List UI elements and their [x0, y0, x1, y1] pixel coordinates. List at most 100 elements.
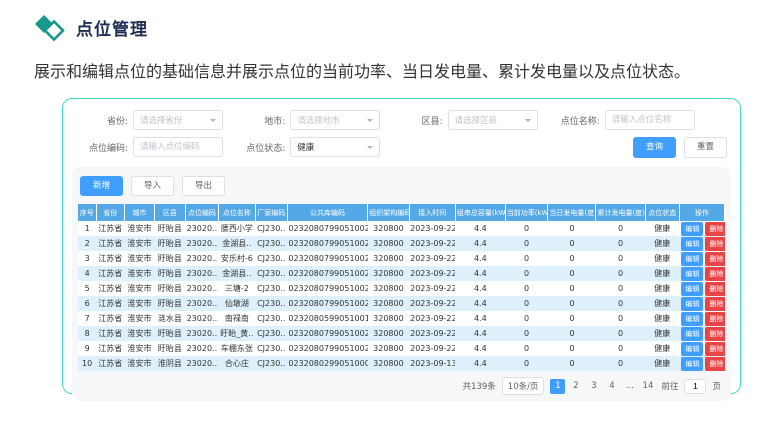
- edit-button[interactable]: 编辑: [681, 222, 703, 236]
- table-cell: 4.4: [455, 251, 505, 266]
- goto-page-input[interactable]: [684, 379, 706, 394]
- table-cell: 江苏省: [96, 221, 124, 236]
- point-status-select-value: 健康: [297, 141, 314, 153]
- table-cell: CJ230..: [255, 326, 287, 341]
- table-cell: 2023-09-22: [409, 221, 455, 236]
- filter-bar: 省份: 请选择省份 地市: 请选择地市 区县: 请选择区县 点位名称:: [72, 110, 731, 158]
- chevron-down-icon: [525, 119, 531, 125]
- page-number[interactable]: 1: [550, 379, 565, 394]
- edit-button[interactable]: 编辑: [681, 357, 703, 371]
- table-cell: 023208079905100225: [287, 341, 367, 356]
- delete-button[interactable]: 删除: [705, 327, 724, 341]
- table-cell: 江苏省: [96, 311, 124, 326]
- table-cell: 4.4: [455, 311, 505, 326]
- export-button[interactable]: 导出: [182, 176, 225, 197]
- edit-button[interactable]: 编辑: [681, 267, 703, 281]
- filter-city: 地市: 请选择地市: [231, 110, 386, 130]
- table-cell: 0: [548, 296, 596, 311]
- edit-button[interactable]: 编辑: [681, 252, 703, 266]
- edit-button[interactable]: 编辑: [681, 297, 703, 311]
- filter-district: 区县: 请选择区县: [389, 110, 544, 130]
- edit-button[interactable]: 编辑: [681, 237, 703, 251]
- delete-button[interactable]: 删除: [705, 357, 724, 371]
- table-cell: 淮安市: [124, 236, 154, 251]
- table-cell: 23020..: [185, 311, 218, 326]
- table-cell: 0: [548, 311, 596, 326]
- delete-button[interactable]: 删除: [705, 312, 724, 326]
- filter-point-status: 点位状态: 健康: [231, 137, 386, 158]
- table-cell: 320800: [368, 221, 409, 236]
- page-number[interactable]: 14: [640, 379, 655, 394]
- table-cell: 江苏省: [96, 356, 124, 371]
- table-cell: 淮安市: [124, 296, 154, 311]
- delete-button[interactable]: 删除: [705, 297, 724, 311]
- city-label: 地市:: [231, 114, 285, 127]
- edit-button[interactable]: 编辑: [681, 327, 703, 341]
- table-cell: CJ230..: [255, 251, 287, 266]
- reset-button[interactable]: 重置: [684, 137, 727, 158]
- delete-button[interactable]: 删除: [705, 267, 724, 281]
- table-header-row: 序号省份城市区县点位编码点位名称厂家编码公共库编码组织架构编码接入时间组串总容量…: [78, 204, 725, 221]
- page-number[interactable]: 2: [568, 379, 583, 394]
- total-count: 共139条: [463, 380, 496, 392]
- table-body: 1江苏省淮安市盱眙县23020..腰西小学CJ230..023208079905…: [78, 221, 725, 371]
- page-size-select[interactable]: 10条/页: [502, 377, 545, 395]
- table-cell: 0: [505, 311, 548, 326]
- table-cell: 淮安市: [124, 326, 154, 341]
- delete-button[interactable]: 删除: [705, 342, 724, 356]
- table-cell: 淮安市: [124, 311, 154, 326]
- province-select[interactable]: 请选择省份: [133, 110, 223, 130]
- delete-button[interactable]: 删除: [705, 252, 724, 266]
- delete-button[interactable]: 删除: [705, 282, 724, 296]
- edit-button[interactable]: 编辑: [681, 342, 703, 356]
- table-cell: 2023-09-22: [409, 326, 455, 341]
- column-header: 点位编码: [185, 204, 218, 221]
- table-cell: 盱眙县: [155, 341, 185, 356]
- district-select[interactable]: 请选择区县: [448, 110, 538, 130]
- page-number[interactable]: 4: [604, 379, 619, 394]
- page-number[interactable]: 3: [586, 379, 601, 394]
- table-cell: 023208079905100223: [287, 296, 367, 311]
- table-cell: 健康: [645, 236, 679, 251]
- table-cell: 江苏省: [96, 236, 124, 251]
- point-code-input[interactable]: [133, 137, 223, 157]
- edit-button[interactable]: 编辑: [681, 282, 703, 296]
- table-cell: 腰西小学: [219, 221, 256, 236]
- add-button[interactable]: 新增: [80, 176, 123, 197]
- table-row: 7江苏省淮安市涟水县23020..南禄南CJ230..0232080599051…: [78, 311, 725, 326]
- column-header: 接入时间: [409, 204, 455, 221]
- actions-cell: 编辑删除: [679, 341, 724, 356]
- point-name-input[interactable]: [605, 110, 695, 130]
- table-cell: 23020..: [185, 221, 218, 236]
- table-cell: 盱眙县: [155, 326, 185, 341]
- table-cell: CJ230..: [255, 296, 287, 311]
- city-select[interactable]: 请选择地市: [290, 110, 380, 130]
- search-button[interactable]: 查询: [633, 137, 676, 158]
- table-cell: 2023-09-13: [409, 356, 455, 371]
- edit-button[interactable]: 编辑: [681, 312, 703, 326]
- table-cell: 0: [596, 341, 645, 356]
- actions-cell: 编辑删除: [679, 311, 724, 326]
- delete-button[interactable]: 删除: [705, 237, 724, 251]
- table-cell: 23020..: [185, 236, 218, 251]
- table-cell: 23020..: [185, 251, 218, 266]
- point-name-label: 点位名称:: [546, 114, 600, 127]
- delete-button[interactable]: 删除: [705, 222, 724, 236]
- goto-unit: 页: [712, 380, 721, 392]
- table-cell: 2023-09-22: [409, 266, 455, 281]
- page-description: 展示和编辑点位的基础信息并展示点位的当前功率、当日发电量、累计发电量以及点位状态…: [34, 55, 734, 89]
- table-cell: 0: [596, 311, 645, 326]
- table-cell: 0: [596, 296, 645, 311]
- point-status-select[interactable]: 健康: [290, 137, 380, 157]
- filter-buttons: 查询 重置: [546, 137, 729, 158]
- table-cell: CJ230..: [255, 356, 287, 371]
- table-cell: 健康: [645, 326, 679, 341]
- table-cell: 2023-09-22: [409, 236, 455, 251]
- table-cell: 健康: [645, 356, 679, 371]
- table-cell: 4.4: [455, 341, 505, 356]
- table-cell: 健康: [645, 221, 679, 236]
- page-numbers: 1234...14: [550, 379, 655, 394]
- table-row: 4江苏省淮安市盱眙县23020..金湖县..CJ230..02320807990…: [78, 266, 725, 281]
- import-button[interactable]: 导入: [131, 176, 174, 197]
- table-cell: 2: [78, 236, 96, 251]
